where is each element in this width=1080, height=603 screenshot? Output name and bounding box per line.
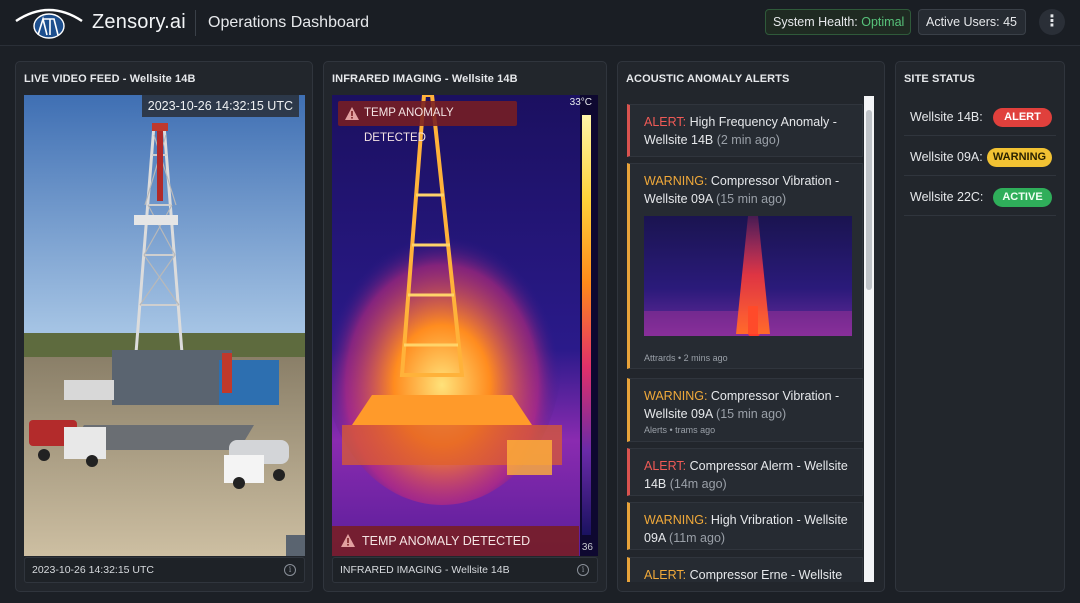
ir-caption-text: INFRARED IMAGING - Wellsite 14B — [340, 564, 510, 576]
system-health-label: System Health: — [773, 15, 858, 29]
temp-scale-max: 33°C — [569, 97, 592, 108]
site-row-09a[interactable]: Wellsite 09A: WARNING — [904, 136, 1056, 176]
status-badge: ACTIVE — [993, 188, 1052, 207]
alert-list-scroll-thumb[interactable] — [866, 110, 872, 290]
video-timestamp-overlay: 2023-10-26 14:32:15 UTC — [141, 95, 299, 117]
info-icon[interactable]: i — [284, 564, 296, 576]
alert-card[interactable]: ALERT: High Frequency Anomaly - Wellsite… — [627, 104, 863, 157]
alert-level: ALERT: — [644, 568, 687, 582]
thermal-rig-image — [332, 95, 598, 556]
site-label: Wellsite 14B: — [910, 110, 983, 124]
alert-text: WARNING: Compressor Vibration - Wellsite… — [644, 172, 852, 208]
alert-text: ALERT: Compressor Alerm - Wellsite 14B (… — [644, 457, 852, 493]
temp-anomaly-badge-bottom: TEMP ANOMALY DETECTED — [332, 526, 579, 556]
site-label: Wellsite 09A: — [910, 150, 983, 164]
temp-color-scale — [582, 115, 591, 535]
panel-title: INFRARED IMAGING - Wellsite 14B — [332, 73, 518, 85]
panel-title: ACOUSTIC ANOMALY ALERTS — [626, 73, 790, 85]
system-health-value: Optimal — [861, 15, 905, 29]
warning-triangle-icon — [345, 107, 359, 120]
warning-triangle-icon — [341, 534, 355, 547]
alert-time: (2 min ago) — [716, 133, 780, 147]
alert-text: ALERT: Compressor Erne - Wellsite — [644, 566, 852, 582]
top-header: Zensory.ai Operations Dashboard System H… — [0, 0, 1080, 46]
infrared-frame[interactable]: TEMP ANOMALY DETECTED TEMP ANOMALY DETEC… — [332, 95, 598, 556]
brand-name: Zensory.ai — [92, 11, 186, 33]
alert-meta: Attrards • 2 mins ago — [644, 353, 728, 363]
page-title: Operations Dashboard — [208, 14, 369, 31]
alert-list: ALERT: High Frequency Anomaly - Wellsite… — [627, 96, 875, 582]
site-status-panel: SITE STATUS Wellsite 14B: ALERT Wellsite… — [895, 61, 1065, 592]
alert-text: ALERT: High Frequency Anomaly - Wellsite… — [644, 113, 852, 149]
alert-card[interactable]: WARNING: High Vribration - Wellsite 09A … — [627, 502, 863, 550]
alert-card[interactable]: WARNING: Compressor Vibration - Wellsite… — [627, 378, 863, 442]
alert-message: Compressor Erne - Wellsite — [686, 568, 843, 582]
system-health-badge[interactable]: System Health: Optimal — [765, 9, 911, 35]
status-badge: WARNING — [987, 148, 1052, 167]
temp-anomaly-text: TEMP ANOMALY DETECTED — [362, 534, 531, 548]
site-row-22c[interactable]: Wellsite 22C: ACTIVE — [904, 176, 1056, 216]
video-caption-text: 2023-10-26 14:32:15 UTC — [32, 564, 154, 576]
active-users-badge[interactable]: Active Users: 45 — [918, 9, 1026, 35]
video-caption-bar: 2023-10-26 14:32:15 UTC i — [24, 557, 305, 583]
alert-text: WARNING: Compressor Vibration - Wellsite… — [644, 387, 852, 423]
alert-card[interactable]: ALERT: Compressor Alerm - Wellsite 14B (… — [627, 448, 863, 496]
alert-text: WARNING: High Vribration - Wellsite 09A … — [644, 511, 852, 547]
alert-level: ALERT: — [644, 459, 687, 473]
acoustic-alerts-panel: ACOUSTIC ANOMALY ALERTS ALERT: High Freq… — [617, 61, 885, 592]
temp-anomaly-badge-top: TEMP ANOMALY DETECTED — [338, 101, 517, 144]
live-video-panel: LIVE VIDEO FEED - Wellsite 14B 2023-10-2… — [15, 61, 313, 592]
alert-card[interactable]: ALERT: Compressor Erne - Wellsite — [627, 557, 863, 582]
drilling-rig-photo — [24, 95, 305, 556]
live-video-frame[interactable]: 2023-10-26 14:32:15 UTC — [24, 95, 305, 556]
alert-card[interactable]: WARNING: Compressor Vibration - Wellsite… — [627, 163, 863, 369]
infrared-panel: INFRARED IMAGING - Wellsite 14B TEMP ANO… — [323, 61, 607, 592]
status-badge: ALERT — [993, 108, 1052, 127]
alert-level: ALERT: — [644, 115, 687, 129]
alert-time: (14m ago) — [669, 477, 727, 491]
alert-meta: Alerts • trams ago — [644, 425, 716, 435]
site-label: Wellsite 22C: — [910, 190, 984, 204]
alert-level: WARNING: — [644, 513, 708, 527]
alert-time: (15 min ago) — [716, 407, 787, 421]
ir-caption-bar: INFRARED IMAGING - Wellsite 14B i — [332, 557, 598, 583]
alert-time: (11m ago) — [669, 531, 726, 545]
header-divider — [195, 10, 196, 36]
site-row-14b[interactable]: Wellsite 14B: ALERT — [904, 96, 1056, 136]
info-icon[interactable]: i — [577, 564, 589, 576]
temp-scale-min: 36 — [581, 542, 593, 553]
alert-level: WARNING: — [644, 174, 708, 188]
acoustic-spectrogram[interactable] — [644, 216, 852, 336]
alert-time: (15 min ago) — [716, 192, 787, 206]
panel-title: SITE STATUS — [904, 73, 975, 85]
kebab-menu-icon[interactable]: ⋮ — [1039, 9, 1065, 35]
oil-derrick-logo-icon[interactable] — [14, 5, 84, 39]
alert-level: WARNING: — [644, 389, 708, 403]
panel-title: LIVE VIDEO FEED - Wellsite 14B — [24, 73, 196, 85]
